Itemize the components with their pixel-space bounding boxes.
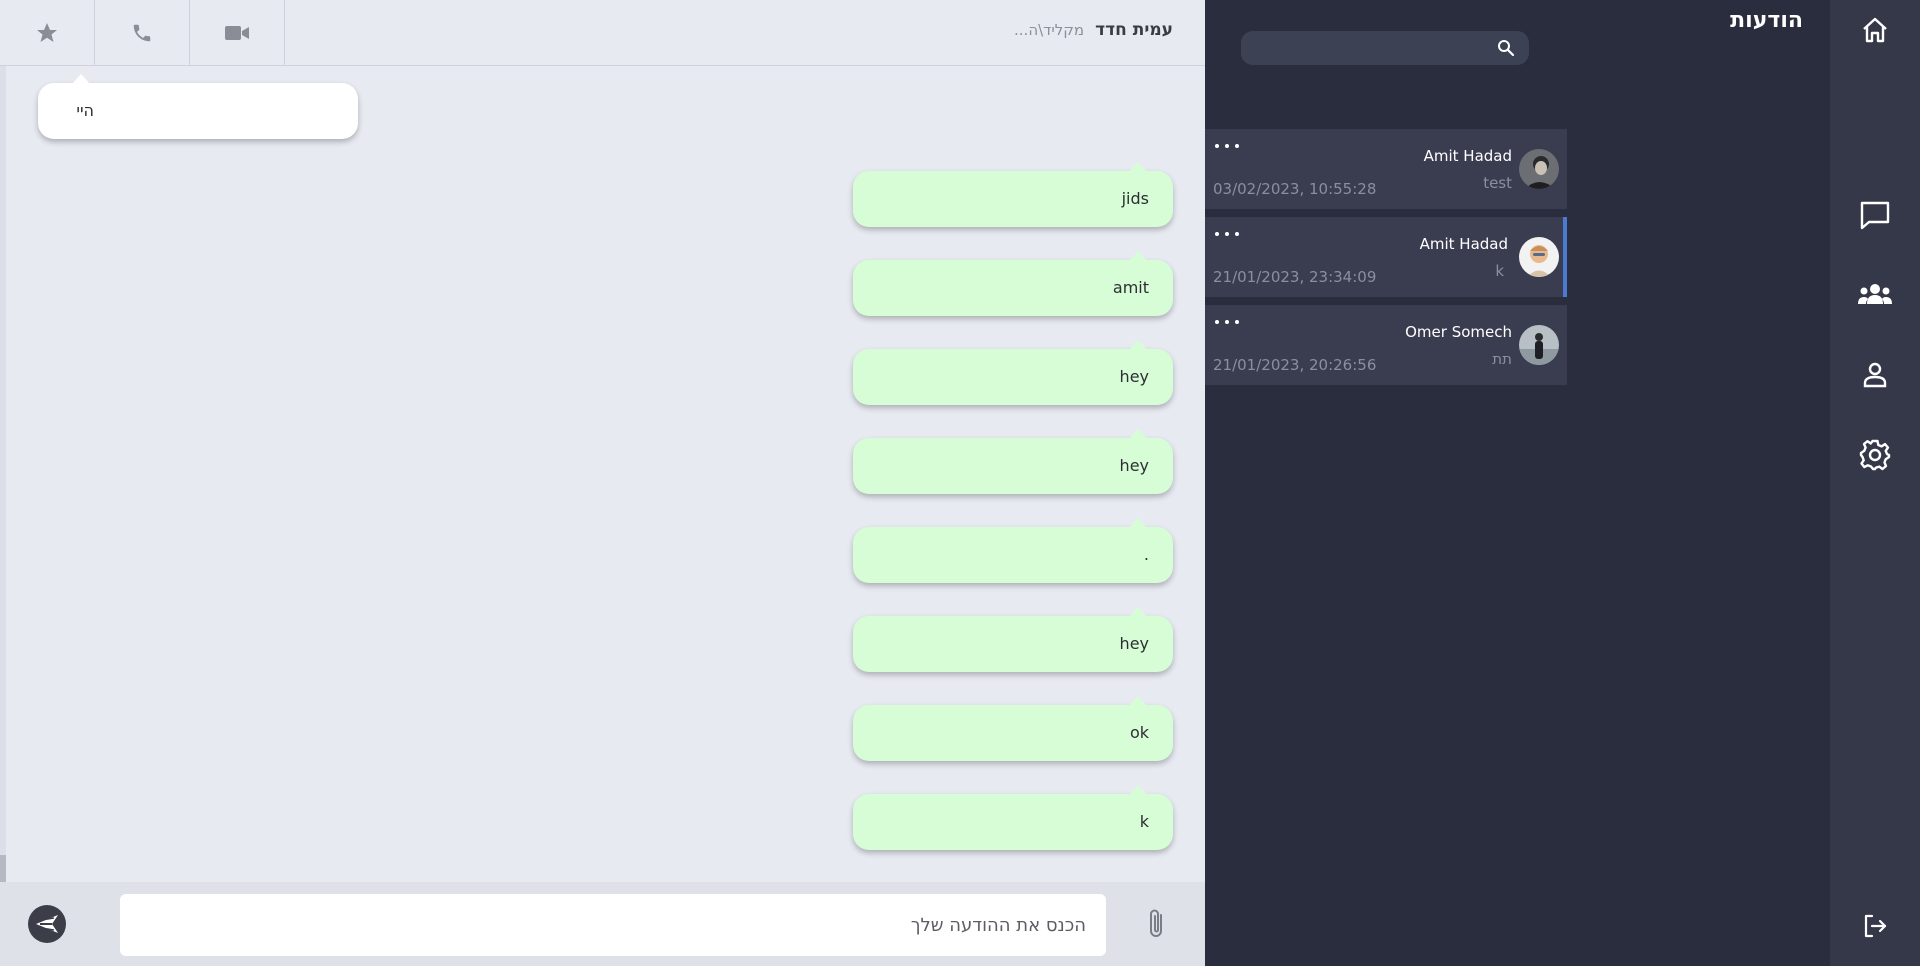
conversation-list-panel: Amit Hadad test 03/02/2023, 10:55:28 Ami… <box>1205 0 1567 966</box>
message-text: jids <box>1121 189 1149 208</box>
voice-call-button[interactable] <box>95 0 190 66</box>
chat-icon <box>1860 201 1890 230</box>
conversation-item-active[interactable]: Amit Hadad k 21/01/2023, 23:34:09 <box>1205 217 1567 297</box>
message-text: היי <box>76 101 94 120</box>
last-message-preview: k <box>1495 262 1504 280</box>
message-incoming: היי <box>38 74 358 139</box>
message-input[interactable] <box>120 894 1106 956</box>
attach-button[interactable] <box>1140 904 1172 944</box>
composer-bar <box>0 882 1205 966</box>
nav-settings-button[interactable] <box>1855 435 1895 475</box>
more-options-icon[interactable] <box>1215 139 1239 153</box>
message-text: amit <box>1112 278 1149 297</box>
conversation-name: Omer Somech <box>1405 323 1512 341</box>
last-message-preview: תת <box>1492 350 1512 368</box>
message-text: . <box>1143 545 1149 564</box>
conversation-timestamp: 21/01/2023, 20:26:56 <box>1213 356 1377 374</box>
last-message-preview: test <box>1483 174 1512 192</box>
favorite-button[interactable] <box>0 0 95 66</box>
conversation-timestamp: 21/01/2023, 23:34:09 <box>1213 268 1377 286</box>
home-icon <box>1863 17 1887 43</box>
chat-scrollbar-track[interactable] <box>0 66 6 882</box>
title-column: הודעות <box>1567 0 1830 966</box>
search-box <box>1241 31 1529 65</box>
search-icon[interactable] <box>1497 39 1515 57</box>
contact-info: עמית חדד מקליד\ה... <box>1014 20 1173 40</box>
message-outgoing: jids <box>853 162 1173 227</box>
conversation-item[interactable]: Omer Somech תת 21/01/2023, 20:26:56 <box>1205 305 1567 385</box>
nav-rail <box>1830 0 1920 966</box>
message-text: ok <box>1129 723 1149 742</box>
nav-logout-button[interactable] <box>1855 906 1895 946</box>
paperclip-icon <box>1150 909 1162 937</box>
profile-icon <box>1863 362 1887 388</box>
nav-chats-button[interactable] <box>1855 195 1895 235</box>
message-outgoing: hey <box>853 340 1173 405</box>
page-title: הודעות <box>1730 8 1803 33</box>
groups-icon <box>1858 284 1892 304</box>
message-text: hey <box>1119 367 1149 386</box>
avatar <box>1519 237 1559 277</box>
chat-pane: עמית חדד מקליד\ה... היי jids amit hey he… <box>0 0 1205 966</box>
star-icon <box>37 23 57 42</box>
message-text: k <box>1139 812 1149 831</box>
conversation-timestamp: 03/02/2023, 10:55:28 <box>1213 180 1377 198</box>
conversation-item[interactable]: Amit Hadad test 03/02/2023, 10:55:28 <box>1205 129 1567 209</box>
message-outgoing: ok <box>853 696 1173 761</box>
search-input[interactable] <box>1241 31 1491 65</box>
nav-profile-button[interactable] <box>1855 355 1895 395</box>
message-outgoing: hey <box>853 429 1173 494</box>
typing-status: מקליד\ה... <box>1014 21 1085 39</box>
message-outgoing: hey <box>853 607 1173 672</box>
more-options-icon[interactable] <box>1215 227 1239 241</box>
message-outgoing: amit <box>853 251 1173 316</box>
nav-home-button[interactable] <box>1855 10 1895 50</box>
video-icon <box>225 26 249 40</box>
phone-icon <box>133 24 151 42</box>
message-text: hey <box>1119 634 1149 653</box>
message-text: hey <box>1119 456 1149 475</box>
nav-groups-button[interactable] <box>1855 275 1895 315</box>
more-options-icon[interactable] <box>1215 315 1239 329</box>
chat-header: עמית חדד מקליד\ה... <box>0 0 1205 66</box>
chat-scrollbar-thumb[interactable] <box>0 855 6 882</box>
settings-icon <box>1859 439 1891 471</box>
message-outgoing: k <box>853 785 1173 850</box>
avatar <box>1519 325 1559 365</box>
message-outgoing: . <box>853 518 1173 583</box>
video-call-button[interactable] <box>190 0 285 66</box>
send-button[interactable] <box>28 905 66 943</box>
send-icon <box>33 910 61 938</box>
logout-icon <box>1864 914 1887 938</box>
avatar <box>1519 149 1559 189</box>
contact-name: עמית חדד <box>1095 20 1173 40</box>
conversation-name: Amit Hadad <box>1423 147 1512 165</box>
conversation-name: Amit Hadad <box>1419 235 1508 253</box>
